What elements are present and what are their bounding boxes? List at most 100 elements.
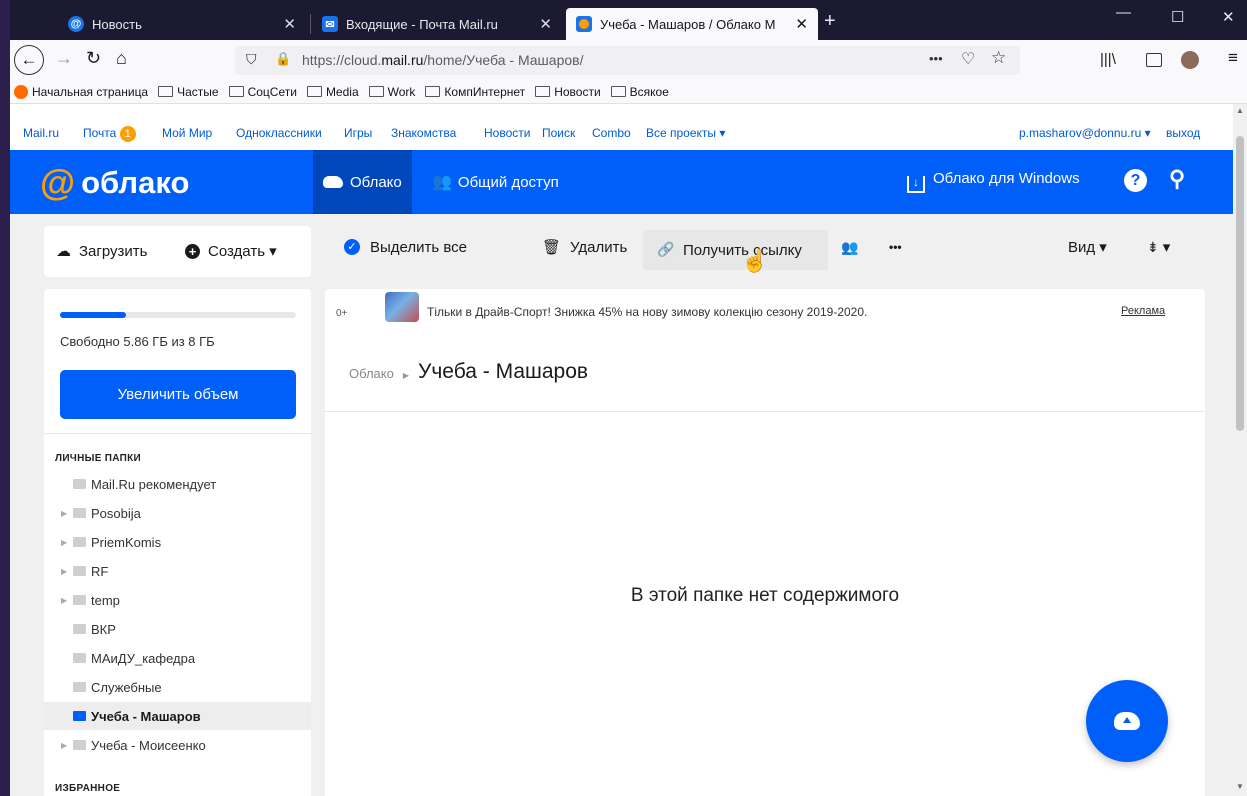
increase-storage-button[interactable]: Увеличить объем <box>60 370 296 419</box>
portal-link-games[interactable]: Игры <box>344 126 372 140</box>
expand-arrow-icon[interactable]: ▶ <box>61 538 72 547</box>
bookmark-folder[interactable]: Новости <box>535 84 601 99</box>
folder-icon <box>306 86 322 97</box>
address-bar[interactable]: ⛉ 🔒 https://cloud.mail.ru/home/Учеба - М… <box>235 46 1020 75</box>
back-arrow-icon[interactable]: ← <box>14 45 44 75</box>
bookmark-folder[interactable]: Всякое <box>610 85 669 99</box>
minimize-icon[interactable]: — <box>1116 4 1131 21</box>
sort-dropdown[interactable]: ⇟ ▾ <box>1147 229 1170 265</box>
sidebar-toggle-icon[interactable] <box>1146 53 1162 67</box>
tab-close-icon[interactable]: ✕ <box>795 15 808 33</box>
age-rating: 0+ <box>336 308 348 319</box>
page-scrollbar[interactable]: ▲ ▼ <box>1233 104 1247 796</box>
bookmark-folder[interactable]: Media <box>306 85 359 99</box>
folder-item[interactable]: ▶ PriemKomis <box>44 528 311 556</box>
view-dropdown[interactable]: Вид ▾ <box>1068 229 1107 265</box>
tab-news[interactable]: @ Новость ✕ <box>58 8 306 40</box>
logo-text: облако <box>81 165 190 200</box>
user-email-link[interactable]: p.masharov@donnu.ru ▾ <box>1019 126 1151 140</box>
scroll-up-icon[interactable]: ▲ <box>1236 106 1244 115</box>
forward-arrow-icon[interactable]: → <box>55 48 73 69</box>
folder-label: МАиДУ_кафедра <box>91 650 196 666</box>
folder-item[interactable]: ВКР <box>44 615 311 643</box>
folder-item[interactable]: ▶ temp <box>44 586 311 614</box>
folder-label: temp <box>91 592 120 608</box>
tab-close-icon[interactable]: ✕ <box>539 15 552 33</box>
nav-cloud[interactable]: Облако <box>313 150 412 214</box>
folder-item[interactable]: ▶ Posobija <box>44 499 311 527</box>
window-close-icon[interactable]: ✕ <box>1222 8 1235 26</box>
bookmark-folder[interactable]: Частые <box>158 85 219 99</box>
share-users-icon[interactable]: 👥 <box>841 229 858 265</box>
portal-link-ok[interactable]: Одноклассники <box>236 126 322 140</box>
profile-avatar-icon[interactable] <box>1181 51 1199 69</box>
upload-button[interactable]: ☁ Загрузить <box>56 242 148 261</box>
hand-cursor-icon: ☝ <box>741 248 769 273</box>
reload-icon[interactable]: ↻ <box>86 48 101 69</box>
portal-link-combo[interactable]: Combo <box>592 126 631 140</box>
search-icon[interactable]: ⚲ <box>1169 166 1185 192</box>
logout-link[interactable]: выход <box>1166 126 1200 140</box>
cloud-logo[interactable]: @ облако <box>40 162 189 204</box>
help-icon[interactable]: ? <box>1124 169 1147 192</box>
plus-circle-icon: + <box>185 243 200 259</box>
pocket-icon[interactable]: ♡ <box>961 49 975 69</box>
expand-arrow-icon[interactable]: ▶ <box>61 509 72 518</box>
url-text[interactable]: https://cloud.mail.ru/home/Учеба - Машар… <box>302 52 583 68</box>
nav-label: Облако <box>350 173 402 191</box>
folder-item[interactable]: Mail.Ru рекомендует <box>44 470 311 498</box>
select-all-button[interactable]: ✓ Выделить все <box>344 229 467 265</box>
expand-arrow-icon[interactable]: ▶ <box>61 567 72 576</box>
menu-icon[interactable]: ≡ <box>1228 48 1238 68</box>
bookmark-folder[interactable]: Work <box>368 85 415 99</box>
folder-icon <box>73 711 86 721</box>
delete-button[interactable]: 🗑 Удалить <box>542 229 627 265</box>
ad-banner[interactable]: 0+ Тільки в Драйв-Спорт! Знижка 45% на н… <box>325 289 1205 337</box>
at-sign-logo-icon: @ <box>40 162 76 203</box>
breadcrumb-root[interactable]: Облако <box>349 366 394 381</box>
bookmark-label: Новости <box>554 84 601 99</box>
ad-text[interactable]: Тільки в Драйв-Спорт! Знижка 45% на нову… <box>427 305 867 319</box>
lock-icon[interactable]: 🔒 <box>275 51 291 67</box>
page-actions-icon[interactable]: ••• <box>929 51 943 66</box>
bookmark-folder[interactable]: СоцСети <box>228 85 297 99</box>
more-actions-icon[interactable]: ••• <box>889 229 902 265</box>
bookmark-home[interactable]: Начальная страница <box>14 84 148 99</box>
expand-arrow-icon[interactable]: ▶ <box>61 596 72 605</box>
folder-item[interactable]: Служебные <box>44 673 311 701</box>
create-button[interactable]: + Создать ▾ <box>185 242 277 260</box>
folder-item[interactable]: МАиДУ_кафедра <box>44 644 311 672</box>
portal-link-news[interactable]: Новости <box>484 126 530 140</box>
shield-icon[interactable]: ⛉ <box>246 51 257 68</box>
home-icon[interactable]: ⌂ <box>116 48 127 69</box>
upload-fab-button[interactable] <box>1086 680 1168 762</box>
get-link-button[interactable]: 🔗 Получить ссылку <box>643 230 828 270</box>
new-tab-icon[interactable]: + <box>824 10 836 33</box>
tab-close-icon[interactable]: ✕ <box>283 15 296 33</box>
portal-link-search[interactable]: Поиск <box>542 126 575 140</box>
scrollbar-thumb[interactable] <box>1236 136 1244 431</box>
bookmark-folder[interactable]: КомпИнтернет <box>425 85 525 99</box>
library-icon[interactable]: |||\ <box>1100 51 1116 68</box>
firefox-icon <box>14 84 28 99</box>
scroll-down-icon[interactable]: ▼ <box>1236 782 1244 791</box>
windows-app-link[interactable]: ↓ Облако для Windows <box>907 170 1080 193</box>
folder-icon <box>73 566 86 576</box>
portal-link-dating[interactable]: Знакомства <box>391 126 456 140</box>
ad-label[interactable]: Реклама <box>1121 305 1165 317</box>
folder-item[interactable]: ▶ Учеба - Моисеенко <box>44 731 311 759</box>
expand-arrow-icon[interactable]: ▶ <box>61 741 72 750</box>
folder-item[interactable]: Учеба - Машаров <box>44 702 311 730</box>
portal-link-mail[interactable]: Почта 1 <box>83 126 136 142</box>
portal-link-mymir[interactable]: Мой Мир <box>162 126 212 140</box>
maximize-icon[interactable]: ☐ <box>1171 8 1184 26</box>
portal-link-mailru[interactable]: Mail.ru <box>23 126 59 140</box>
navigation-bar: ← → ↻ ⌂ ⛉ 🔒 https://cloud.mail.ru/home/У… <box>10 40 1247 80</box>
tab-cloud[interactable]: Учеба - Машаров / Облако М ✕ <box>566 8 818 40</box>
nav-shared[interactable]: 👥 Общий доступ <box>422 150 569 214</box>
tab-inbox[interactable]: ✉ Входящие - Почта Mail.ru ✕ <box>312 8 562 40</box>
portal-link-all-projects[interactable]: Все проекты ▾ <box>646 126 725 140</box>
bookmark-star-icon[interactable]: ☆ <box>991 48 1006 68</box>
folder-item[interactable]: ▶ RF <box>44 557 311 585</box>
download-icon: ↓ <box>907 176 925 193</box>
